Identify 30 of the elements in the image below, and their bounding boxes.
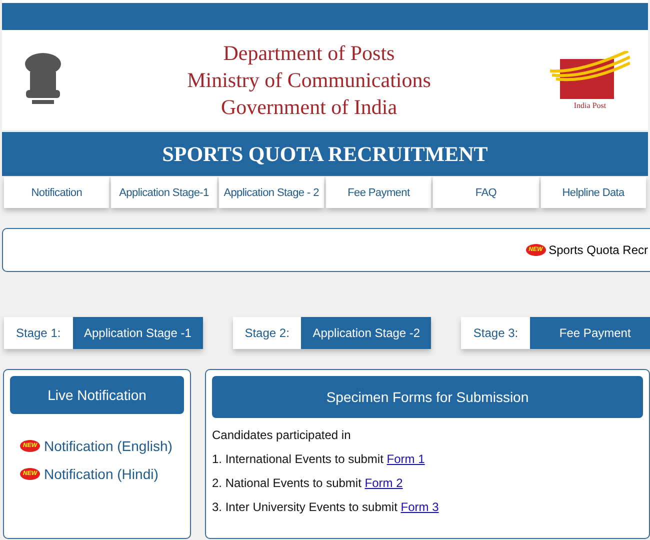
header-title: Department of Posts <box>222 40 396 66</box>
stage-label: Stage 3: <box>461 317 530 349</box>
nav-tab[interactable]: Fee Payment <box>326 177 432 208</box>
notification-link[interactable]: Notification (Hindi) <box>44 466 158 482</box>
intro-text: Candidates participated in <box>212 428 352 442</box>
form-link[interactable]: Form 1 <box>386 452 425 466</box>
header-title: Government of India <box>220 94 398 120</box>
form-item-text: 2. National Events to submit <box>212 476 362 490</box>
form-item-text: 3. Inter University Events to submit <box>212 500 398 514</box>
header-title: Ministry of Communications <box>186 66 432 94</box>
panel-title: Specimen Forms for Submission <box>212 376 643 418</box>
post-logo-icon <box>550 50 630 100</box>
ticker-text: Sports Quota Recr <box>548 243 648 257</box>
nav-tab[interactable]: Application Stage - 2 <box>218 177 324 208</box>
stage-button[interactable]: Fee Payment <box>530 317 650 349</box>
form-link[interactable]: Form 3 <box>400 500 439 514</box>
nav-tab[interactable]: Application Stage-1 <box>111 177 217 208</box>
form-item-text: 1. International Events to submit <box>212 452 384 466</box>
form-link[interactable]: Form 2 <box>364 476 403 490</box>
banner-title: SPORTS QUOTA RECRUITMENT <box>162 142 488 166</box>
stage-label: Stage 2: <box>232 317 302 349</box>
nav-tab[interactable]: FAQ <box>433 177 539 208</box>
stage-button[interactable]: Application Stage -2 <box>301 317 432 349</box>
panel-title: Live Notification <box>10 376 184 414</box>
stage-button[interactable]: Application Stage -1 <box>72 317 203 349</box>
notification-link[interactable]: Notification (English) <box>44 438 172 454</box>
nav-tab[interactable]: Notification <box>4 177 110 208</box>
nav-tab[interactable]: Helpline Data <box>540 177 646 208</box>
logo-caption: India Post <box>574 100 606 110</box>
stage-label: Stage 1: <box>4 317 73 349</box>
